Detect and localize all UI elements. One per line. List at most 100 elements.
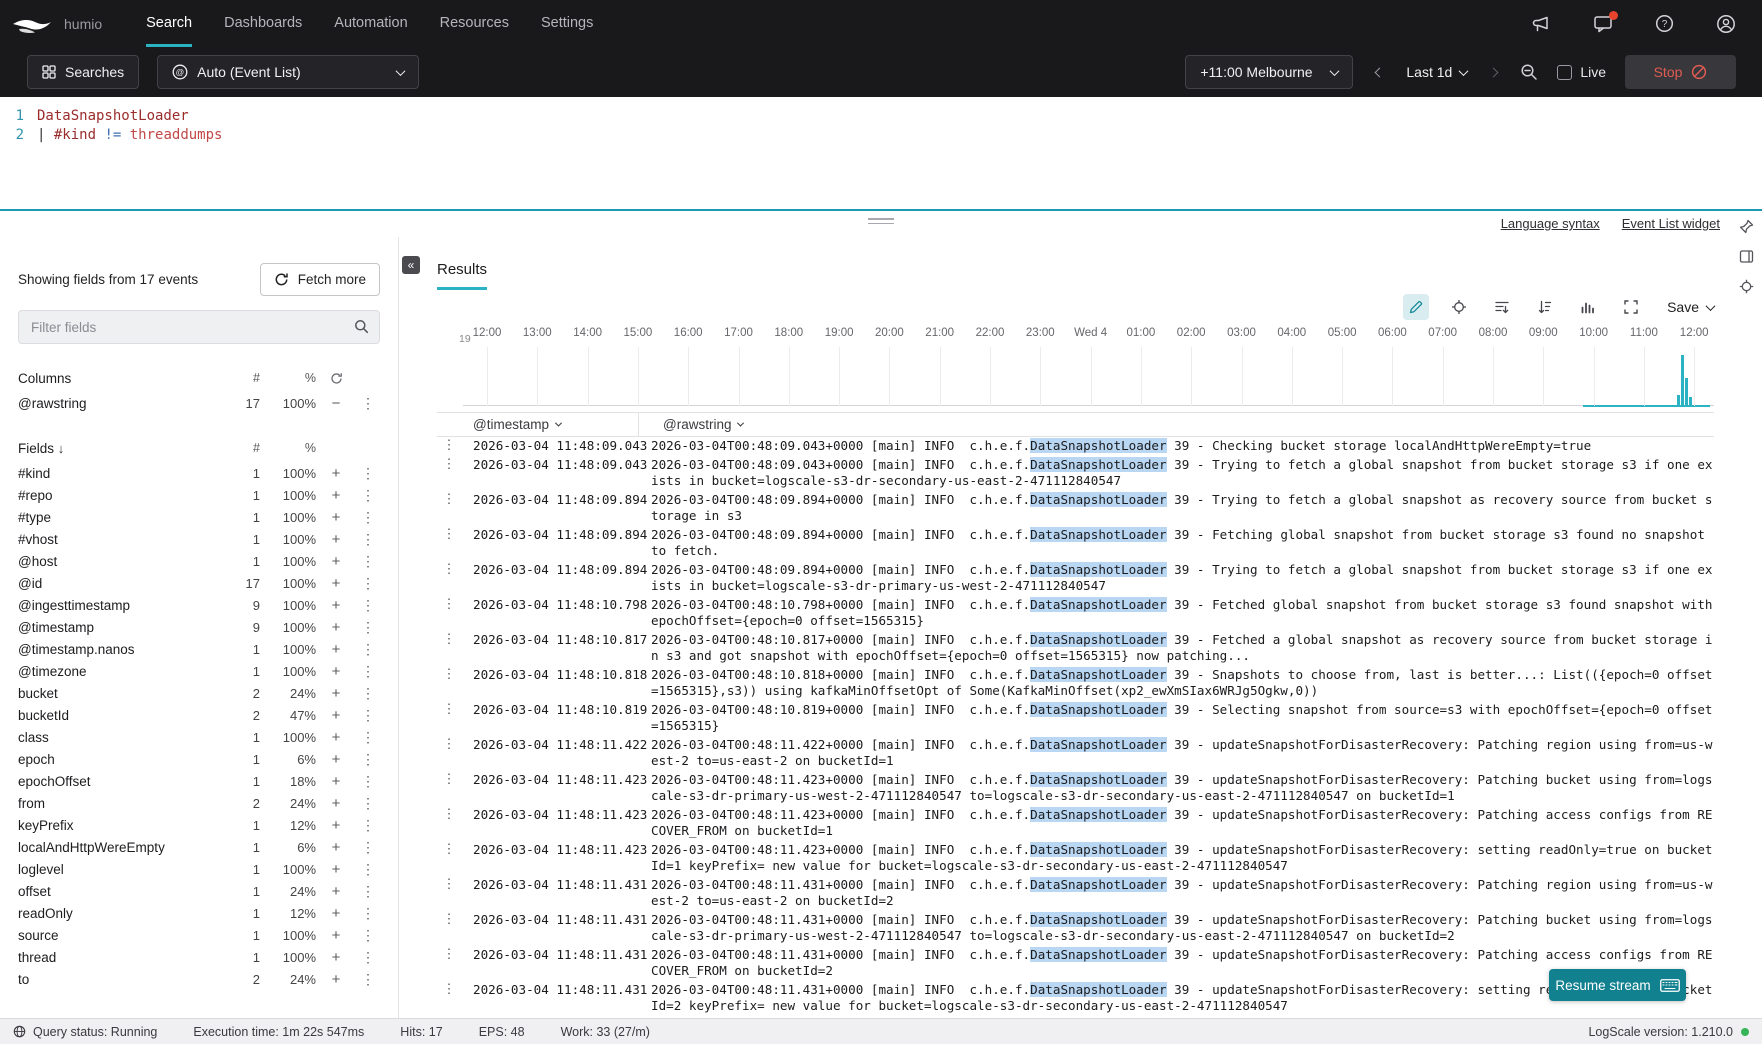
inspect-target-icon[interactable] [1739,279,1754,294]
add-column-button[interactable]: + [316,884,356,899]
field-menu-button[interactable]: ⋮ [356,642,380,656]
add-column-button[interactable]: + [316,466,356,481]
row-menu-button[interactable]: ⋮ [437,632,461,665]
event-list-tool-button[interactable] [1489,294,1515,320]
add-column-button[interactable]: + [316,862,356,877]
chat-icon[interactable] [1593,15,1613,33]
field-name[interactable]: #type [18,510,220,525]
log-row[interactable]: ⋮2026-03-04 11:48:09.8942026-03-04T00:48… [437,526,1714,561]
field-name[interactable]: @timestamp.nanos [18,642,220,657]
log-row[interactable]: ⋮2026-03-04 11:48:10.8172026-03-04T00:48… [437,631,1714,666]
log-row[interactable]: ⋮2026-03-04 11:48:11.4222026-03-04T00:48… [437,736,1714,771]
add-column-button[interactable]: + [316,906,356,921]
timeline-bar[interactable] [1685,378,1688,405]
rawstring-column-header[interactable]: @rawstring [651,417,1714,432]
sort-descending-icon[interactable]: ↓ [58,441,65,456]
field-menu-button[interactable]: ⋮ [356,950,380,964]
live-toggle[interactable]: Live [1557,64,1606,80]
field-menu-button[interactable]: ⋮ [356,576,380,590]
field-name[interactable]: to [18,972,220,987]
field-name[interactable]: epochOffset [18,774,220,789]
field-menu-button[interactable]: ⋮ [356,928,380,942]
row-menu-button[interactable]: ⋮ [437,527,461,560]
row-menu-button[interactable]: ⋮ [437,438,461,455]
field-menu-button[interactable]: ⋮ [356,708,380,722]
field-name[interactable]: @ingesttimestamp [18,598,220,613]
log-row[interactable]: ⋮2026-03-04 11:48:09.0432026-03-04T00:48… [437,437,1714,456]
row-menu-button[interactable]: ⋮ [437,947,461,980]
add-column-button[interactable]: + [316,730,356,745]
field-menu-button[interactable]: ⋮ [356,862,380,876]
field-menu-button[interactable]: ⋮ [356,510,380,524]
row-menu-button[interactable]: ⋮ [437,842,461,875]
field-name[interactable]: class [18,730,220,745]
field-menu-button[interactable]: ⋮ [356,884,380,898]
add-column-button[interactable]: + [316,510,356,525]
zoom-out-icon[interactable] [1520,63,1538,81]
field-menu-button[interactable]: ⋮ [356,730,380,744]
crosshair-tool-button[interactable] [1446,294,1472,320]
field-menu-button[interactable]: ⋮ [356,554,380,568]
field-name[interactable]: bucket [18,686,220,701]
field-menu-button[interactable]: ⋮ [356,906,380,920]
sort-tool-button[interactable] [1532,294,1558,320]
log-row[interactable]: ⋮2026-03-04 11:48:11.4312026-03-04T00:48… [437,911,1714,946]
searches-button[interactable]: Searches [27,55,139,89]
field-name[interactable]: offset [18,884,220,899]
stop-button[interactable]: Stop [1625,55,1736,89]
help-icon[interactable]: ? [1655,14,1674,33]
field-name[interactable]: thread [18,950,220,965]
add-column-button[interactable]: + [316,708,356,723]
fetch-more-button[interactable]: Fetch more [260,263,380,296]
log-row[interactable]: ⋮2026-03-04 11:48:11.4232026-03-04T00:48… [437,806,1714,841]
row-menu-button[interactable]: ⋮ [437,772,461,805]
time-range-selector[interactable]: Last 1d [1406,64,1467,80]
field-menu-button[interactable]: ⋮ [356,752,380,766]
field-name[interactable]: #repo [18,488,220,503]
language-syntax-link[interactable]: Language syntax [1501,216,1600,231]
add-column-button[interactable]: + [316,752,356,767]
add-column-button[interactable]: + [316,576,356,591]
field-name[interactable]: epoch [18,752,220,767]
field-name[interactable]: #kind [18,466,220,481]
nav-item-dashboards[interactable]: Dashboards [224,0,302,47]
side-panel-icon[interactable] [1739,249,1754,264]
field-name[interactable]: localAndHttpWereEmpty [18,840,220,855]
row-menu-button[interactable]: ⋮ [437,597,461,630]
row-menu-button[interactable]: ⋮ [437,562,461,595]
field-menu-button[interactable]: ⋮ [356,664,380,678]
field-name[interactable]: readOnly [18,906,220,921]
nav-item-automation[interactable]: Automation [334,0,407,47]
field-name[interactable]: keyPrefix [18,818,220,833]
field-menu-button[interactable]: ⋮ [356,488,380,502]
nav-item-settings[interactable]: Settings [541,0,593,47]
add-column-button[interactable]: + [316,840,356,855]
row-menu-button[interactable]: ⋮ [437,667,461,700]
log-row[interactable]: ⋮2026-03-04 11:48:11.4312026-03-04T00:48… [437,876,1714,911]
field-menu-button[interactable]: ⋮ [356,686,380,700]
field-menu-button[interactable]: ⋮ [356,774,380,788]
row-menu-button[interactable]: ⋮ [437,702,461,735]
field-name[interactable]: @timestamp [18,620,220,635]
nav-item-search[interactable]: Search [146,0,192,47]
timestamp-column-header[interactable]: @timestamp [461,417,639,432]
account-icon[interactable] [1716,14,1736,34]
row-menu-button[interactable]: ⋮ [437,492,461,525]
announcements-icon[interactable] [1531,15,1551,33]
falcon-logo-icon[interactable] [12,11,52,37]
pin-panel-icon[interactable] [1739,219,1754,234]
query-line[interactable]: 1DataSnapshotLoader [0,107,1762,126]
add-column-button[interactable]: + [316,950,356,965]
field-menu-button[interactable]: ⋮ [356,598,380,612]
view-selector[interactable]: @ Auto (Event List) [157,55,419,89]
add-column-button[interactable]: + [316,664,356,679]
histogram-tool-button[interactable] [1575,294,1601,320]
query-editor[interactable]: 1DataSnapshotLoader2| #kind != threaddum… [0,97,1762,211]
field-name[interactable]: bucketId [18,708,220,723]
query-line[interactable]: 2| #kind != threaddumps [0,126,1762,145]
log-row[interactable]: ⋮2026-03-04 11:48:09.8942026-03-04T00:48… [437,491,1714,526]
save-button[interactable]: Save [1667,299,1714,315]
filter-fields-input[interactable] [18,310,380,344]
log-row[interactable]: ⋮2026-03-04 11:48:11.4232026-03-04T00:48… [437,841,1714,876]
log-row[interactable]: ⋮2026-03-04 11:48:11.4312026-03-04T00:48… [437,946,1714,981]
